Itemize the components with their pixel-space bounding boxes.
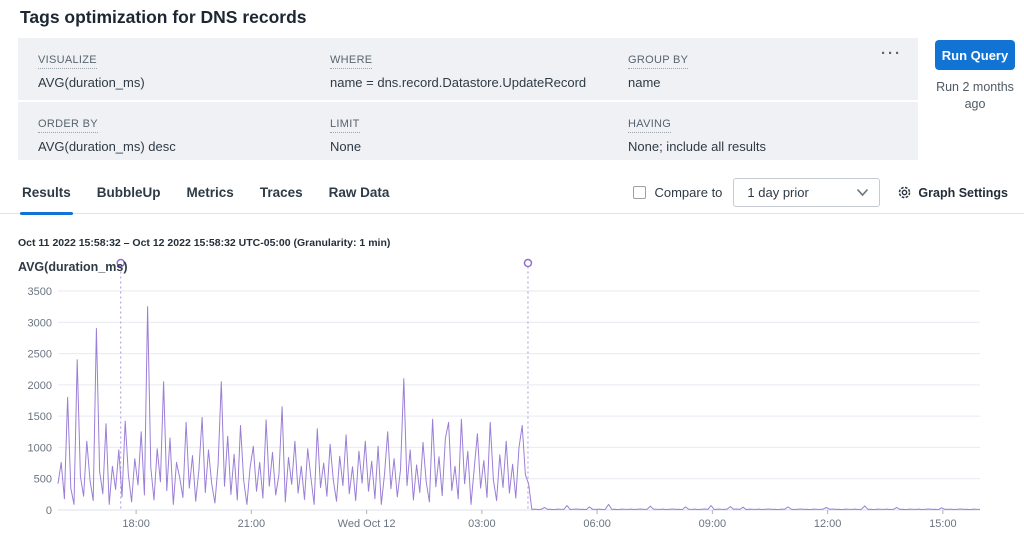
svg-text:3500: 3500: [28, 286, 52, 298]
svg-text:1000: 1000: [28, 442, 52, 454]
results-timeseries-chart[interactable]: 0 500 1000 1500 2000 2500 3000 3500 18:00 21:00 We…: [0, 250, 1024, 533]
clause-label: LIMIT: [330, 118, 360, 133]
compare-period-value: 1 day prior: [747, 185, 856, 200]
svg-text:2000: 2000: [28, 380, 52, 392]
compare-to-label: Compare to: [654, 185, 722, 200]
clause-label: VISUALIZE: [38, 54, 97, 69]
svg-text:12:00: 12:00: [814, 518, 842, 530]
chart-time-range: Oct 11 2022 15:58:32 – Oct 12 2022 15:58…: [18, 237, 390, 249]
query-row-2: ORDER BY AVG(duration_ms) desc LIMIT Non…: [18, 102, 918, 160]
svg-text:500: 500: [34, 474, 52, 486]
svg-text:21:00: 21:00: [238, 518, 266, 530]
svg-text:3000: 3000: [28, 317, 52, 329]
results-tabs-bar: Results BubbleUp Metrics Traces Raw Data…: [0, 172, 1024, 214]
query-row-1: VISUALIZE AVG(duration_ms) WHERE name = …: [18, 38, 918, 100]
svg-text:15:00: 15:00: [929, 518, 957, 530]
query-panel: VISUALIZE AVG(duration_ms) WHERE name = …: [18, 38, 918, 160]
tab-traces[interactable]: Traces: [260, 172, 303, 214]
svg-text:Wed Oct 12: Wed Oct 12: [338, 518, 396, 530]
clause-label: WHERE: [330, 54, 372, 69]
svg-text:1500: 1500: [28, 411, 52, 423]
clause-value: None; include all results: [628, 139, 878, 154]
svg-text:03:00: 03:00: [468, 518, 496, 530]
graph-settings-button[interactable]: Graph Settings: [897, 185, 1008, 200]
chart-y-axis-label: AVG(duration_ms): [18, 260, 128, 274]
run-column: Run Query Run 2 months ago: [918, 38, 1015, 160]
svg-text:18:00: 18:00: [122, 518, 150, 530]
query-clause-having[interactable]: HAVING None; include all results: [628, 114, 878, 160]
query-clause-order-by[interactable]: ORDER BY AVG(duration_ms) desc: [38, 114, 330, 160]
more-options-icon[interactable]: ···: [881, 46, 902, 61]
query-clause-group-by[interactable]: GROUP BY name: [628, 50, 878, 100]
svg-text:2500: 2500: [28, 349, 52, 361]
run-query-button[interactable]: Run Query: [935, 40, 1015, 70]
tab-metrics[interactable]: Metrics: [187, 172, 234, 214]
query-clause-visualize[interactable]: VISUALIZE AVG(duration_ms): [38, 50, 330, 100]
chevron-down-icon: [856, 188, 869, 197]
gear-icon: [897, 185, 912, 200]
compare-to-checkbox[interactable]: [633, 186, 646, 199]
tab-raw-data[interactable]: Raw Data: [329, 172, 390, 214]
tab-bubbleup[interactable]: BubbleUp: [97, 172, 161, 214]
page-title: Tags optimization for DNS records: [20, 7, 307, 28]
clause-value: AVG(duration_ms) desc: [38, 139, 330, 154]
graph-settings-label: Graph Settings: [918, 186, 1008, 200]
query-results-page: Tags optimization for DNS records VISUAL…: [0, 0, 1024, 533]
clause-label: ORDER BY: [38, 118, 98, 133]
clause-value: name = dns.record.Datastore.UpdateRecord: [330, 75, 628, 90]
last-run-text: Run 2 months ago: [930, 79, 1020, 113]
clause-label: HAVING: [628, 118, 671, 133]
svg-text:0: 0: [46, 505, 52, 517]
clause-value: AVG(duration_ms): [38, 75, 330, 90]
tab-results[interactable]: Results: [22, 172, 71, 214]
svg-text:06:00: 06:00: [583, 518, 611, 530]
query-builder: VISUALIZE AVG(duration_ms) WHERE name = …: [18, 38, 1015, 160]
clause-label: GROUP BY: [628, 54, 688, 69]
graph-controls: Compare to 1 day prior Graph Settings: [633, 178, 1008, 207]
query-clause-limit[interactable]: LIMIT None: [330, 114, 628, 160]
compare-period-dropdown[interactable]: 1 day prior: [733, 178, 880, 207]
clause-value: name: [628, 75, 878, 90]
clause-value: None: [330, 139, 628, 154]
query-clause-where[interactable]: WHERE name = dns.record.Datastore.Update…: [330, 50, 628, 100]
svg-text:09:00: 09:00: [699, 518, 727, 530]
